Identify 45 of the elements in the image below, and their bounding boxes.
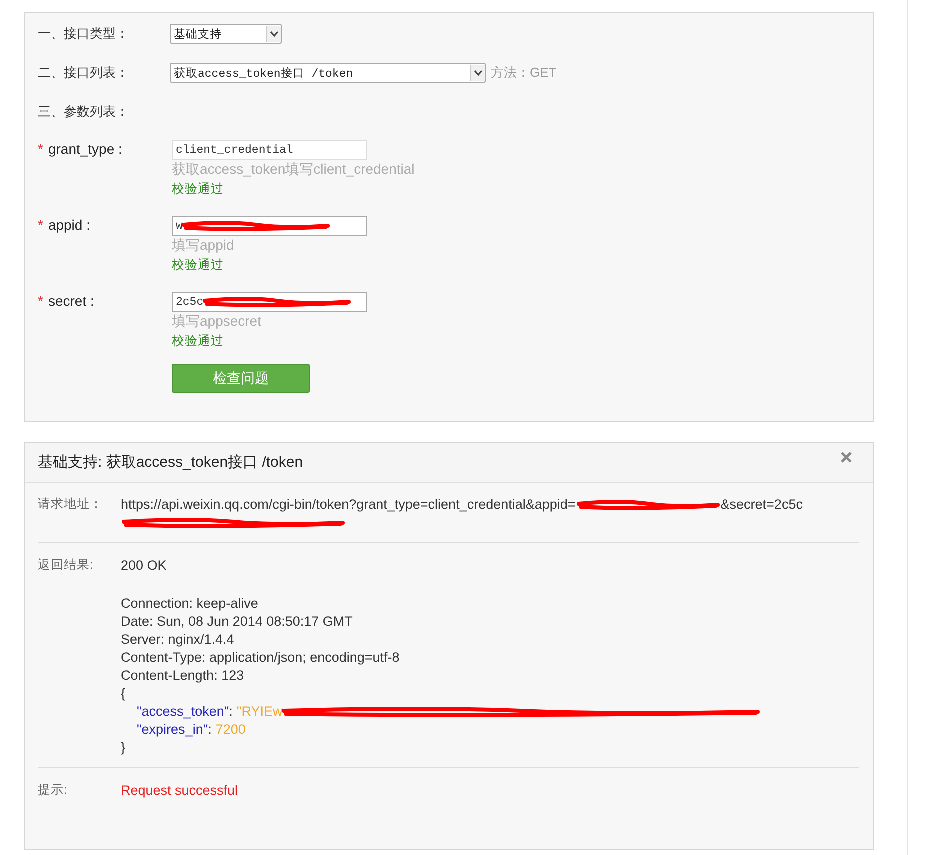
- status-text: 200 OK: [121, 557, 168, 575]
- input-field[interactable]: client_credential: [172, 140, 367, 160]
- param-name: secret :: [48, 293, 94, 309]
- hint-text: 填写appid: [172, 237, 236, 255]
- param-name: grant_type :: [48, 141, 122, 157]
- row-label: 请求地址：: [38, 496, 104, 513]
- json-key: "expires_in": [137, 721, 208, 739]
- header-line: Content-Length: 123: [121, 667, 246, 685]
- input-field[interactable]: 2c5c: [172, 292, 367, 312]
- hint-text: 获取access_token填写client_credential: [172, 161, 415, 179]
- validation-message: 校验通过: [172, 257, 225, 274]
- close-icon[interactable]: [840, 451, 853, 464]
- panel-title: 基础支持: 获取access_token接口 /token: [38, 453, 304, 472]
- chevron-down-icon: [474, 70, 482, 76]
- param-name: appid :: [48, 217, 90, 233]
- header-line: Connection: keep-alive: [121, 595, 260, 613]
- validation-message: 校验通过: [172, 333, 225, 350]
- url-text: https://api.weixin.qq.com/cgi-bin/token?grant_type=client_credential&appid=: [121, 497, 576, 512]
- brace: {: [121, 685, 127, 703]
- validation-message: 校验通过: [172, 181, 225, 198]
- row-label: 提示:: [38, 782, 68, 799]
- hint-text: 填写appsecret: [172, 313, 262, 331]
- header-line: Date: Sun, 08 Jun 2014 08:50:17 GMT: [121, 613, 354, 631]
- section-heading: 三、参数列表：: [38, 103, 130, 121]
- method-label: 方法：GET: [491, 64, 557, 82]
- field-label: 二、接口列表：: [38, 64, 130, 82]
- header-line: Server: nginx/1.4.4: [121, 631, 236, 649]
- json-colon: :: [208, 721, 212, 739]
- result-message: Request successful: [121, 782, 238, 800]
- chevron-down-icon: [270, 31, 278, 37]
- dropdown[interactable]: 获取access_token接口 /token: [170, 63, 486, 83]
- required-mark: *: [38, 293, 44, 309]
- field-label: 一、接口类型：: [38, 25, 130, 43]
- json-key: "access_token": [137, 703, 230, 721]
- json-value: 7200: [216, 721, 246, 739]
- json-value: "RYIEw: [236, 703, 283, 721]
- url-text: &secret=2c5c: [720, 497, 803, 512]
- header-line: Content-Type: application/json; encoding=utf-8: [121, 649, 401, 667]
- required-mark: *: [38, 217, 44, 233]
- dropdown[interactable]: 基础支持: [170, 24, 282, 44]
- brace: }: [121, 739, 127, 757]
- json-colon: :: [229, 703, 233, 721]
- row-label: 返回结果:: [38, 557, 94, 574]
- input-field[interactable]: w: [172, 216, 367, 236]
- required-mark: *: [38, 141, 44, 157]
